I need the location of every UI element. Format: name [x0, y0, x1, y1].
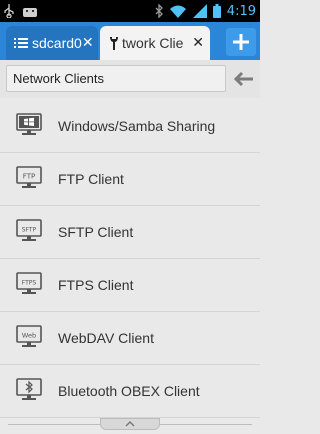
back-arrow-icon: [233, 71, 253, 87]
ftps-icon-text: FTPS: [22, 280, 37, 287]
ftp-monitor-icon: FTP: [16, 166, 42, 188]
webdav-icon-text: Web: [22, 332, 36, 340]
add-tab-button[interactable]: [226, 28, 256, 56]
ftp-icon-text: FTP: [23, 173, 35, 181]
list-item-label: SFTP Client: [58, 224, 134, 240]
windows-monitor-icon: [16, 113, 42, 135]
usb-icon: [4, 4, 14, 18]
tab-network-clients-label: twork Clie: [122, 35, 184, 51]
ftps-monitor-icon: FTPS: [16, 272, 42, 294]
battery-icon: [212, 4, 221, 18]
list-item-label: FTP Client: [58, 171, 124, 187]
list-item-label: Bluetooth OBEX Client: [58, 383, 200, 399]
list-item-windows-samba[interactable]: Windows/Samba Sharing: [0, 100, 260, 153]
path-bar: Network Clients: [0, 60, 260, 98]
list-item-bluetooth-obex[interactable]: Bluetooth OBEX Client: [0, 365, 260, 418]
signal-icon: [192, 4, 207, 18]
wrench-icon: [110, 37, 118, 50]
sftp-monitor-icon: SFTP: [16, 219, 42, 241]
close-icon[interactable]: ✕: [82, 35, 94, 51]
list-item-label: FTPS Client: [58, 277, 134, 293]
drawer-grip[interactable]: [100, 418, 160, 430]
status-bar: 4:19: [0, 0, 260, 22]
path-field-text: Network Clients: [13, 71, 105, 86]
list-item-webdav[interactable]: Web WebDAV Client: [0, 312, 260, 365]
tab-sdcard0[interactable]: sdcard0 ✕: [6, 26, 98, 60]
bottom-drawer-handle[interactable]: [0, 418, 260, 434]
tab-sdcard0-label: sdcard0: [32, 35, 82, 51]
tab-network-clients[interactable]: twork Clie ✕: [100, 26, 210, 60]
webdav-monitor-icon: Web: [16, 325, 42, 347]
wifi-icon: [169, 5, 186, 18]
chevron-up-icon: [125, 421, 135, 427]
path-field[interactable]: Network Clients: [6, 65, 226, 92]
list-item-ftps[interactable]: FTPS FTPS Client: [0, 259, 260, 312]
close-icon[interactable]: ✕: [192, 35, 204, 51]
list-icon: [14, 38, 28, 48]
list-item-sftp[interactable]: SFTP SFTP Client: [0, 206, 260, 259]
tab-bar: sdcard0 ✕ twork Clie ✕: [0, 22, 260, 60]
plus-icon: [233, 34, 249, 50]
list-item-label: WebDAV Client: [58, 330, 154, 346]
network-client-list: Windows/Samba Sharing FTP FTP Client SFT…: [0, 100, 260, 418]
sftp-icon-text: SFTP: [22, 227, 37, 234]
bluetooth-icon: [155, 4, 163, 18]
clock-time: 4:19: [226, 3, 256, 19]
android-icon: [23, 8, 37, 17]
list-item-ftp[interactable]: FTP FTP Client: [0, 153, 260, 206]
bluetooth-monitor-icon: [16, 378, 42, 400]
list-item-label: Windows/Samba Sharing: [58, 118, 216, 134]
back-button[interactable]: [232, 68, 254, 90]
